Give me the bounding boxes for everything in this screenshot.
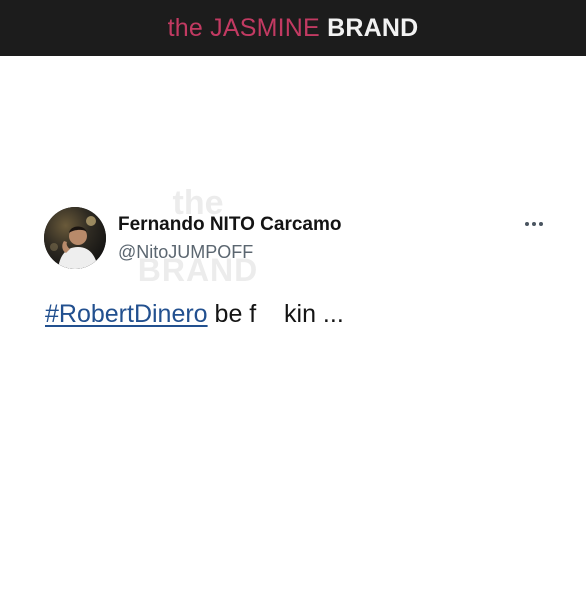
tweet-card: Fernando NITO Carcamo @NitoJUMPOFF #Robe…	[0, 0, 586, 600]
user-handle[interactable]: @NitoJUMPOFF	[118, 242, 253, 263]
more-options-button[interactable]	[520, 212, 548, 236]
display-name[interactable]: Fernando NITO Carcamo	[118, 214, 341, 236]
avatar[interactable]	[44, 207, 106, 269]
avatar-photo-icon	[44, 207, 106, 269]
more-horizontal-icon	[525, 222, 543, 226]
tweet-text-rest: be f kin ...	[207, 300, 344, 328]
hashtag-link[interactable]: #RobertDinero	[45, 300, 208, 328]
page: the JASMINE BRAND the BRAND Fernando NIT…	[0, 0, 586, 600]
tweet-text: #RobertDinero be f kin ...	[45, 300, 344, 329]
